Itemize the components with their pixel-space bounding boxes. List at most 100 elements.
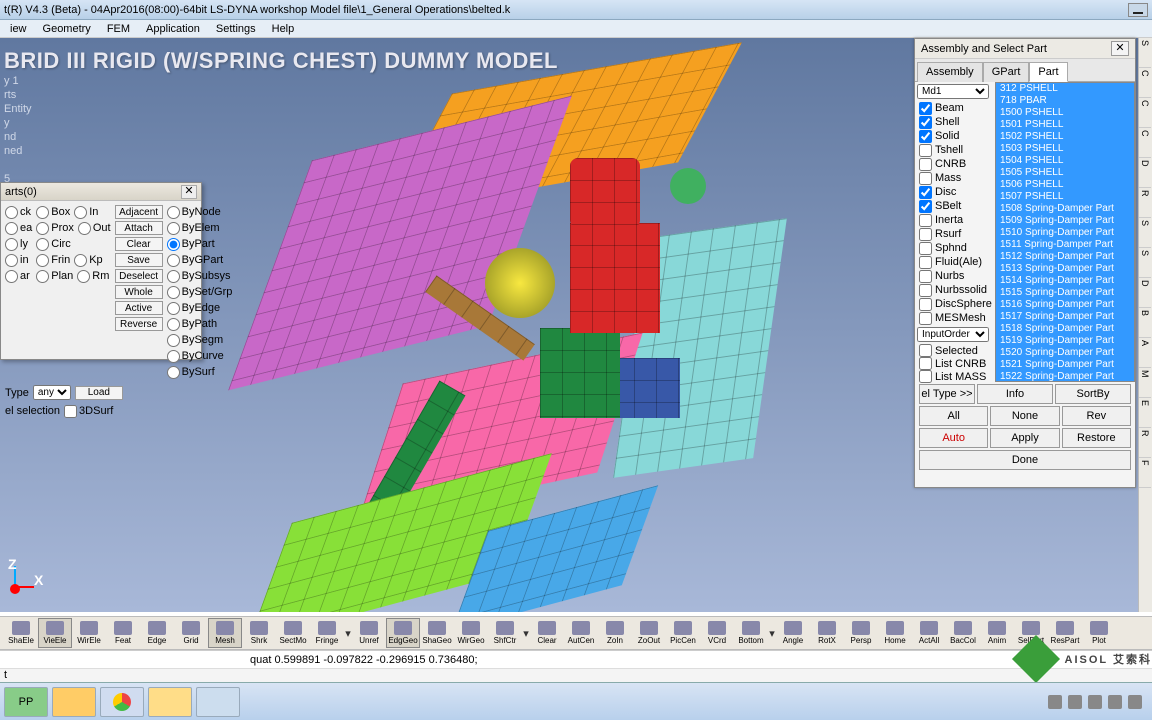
task-chrome[interactable]: [100, 687, 144, 717]
tool-unref[interactable]: Unref: [352, 618, 386, 648]
check-shell[interactable]: Shell: [917, 115, 993, 129]
model-select[interactable]: Md1: [917, 84, 989, 99]
list-item[interactable]: 1516 Spring-Damper Part: [996, 299, 1134, 311]
check-solid[interactable]: Solid: [917, 129, 993, 143]
tool-selpart[interactable]: SelPart: [1014, 618, 1048, 648]
tool-zoin[interactable]: ZoIn: [598, 618, 632, 648]
active-button[interactable]: Active: [115, 301, 163, 315]
tool-angle[interactable]: Angle: [776, 618, 810, 648]
auto-button[interactable]: Auto: [919, 428, 988, 448]
assembly-close-icon[interactable]: ✕: [1111, 41, 1129, 56]
type-select[interactable]: any: [33, 385, 71, 400]
sortby-button[interactable]: SortBy: [1055, 384, 1131, 404]
list-item[interactable]: 1509 Spring-Damper Part: [996, 215, 1134, 227]
info-button[interactable]: Info: [977, 384, 1053, 404]
list-item[interactable]: 1518 Spring-Damper Part: [996, 323, 1134, 335]
list-item[interactable]: 1503 PSHELL: [996, 143, 1134, 155]
list-item[interactable]: 1500 PSHELL: [996, 107, 1134, 119]
tool-shageo[interactable]: ShaGeo: [420, 618, 454, 648]
list-item[interactable]: 1512 Spring-Damper Part: [996, 251, 1134, 263]
tool-zoout[interactable]: ZoOut: [632, 618, 666, 648]
sel-radio[interactable]: in: [5, 253, 32, 267]
task-folder[interactable]: [148, 687, 192, 717]
load-button[interactable]: Load: [75, 386, 123, 400]
tab-part[interactable]: Part: [1029, 62, 1067, 82]
right-tool-strip[interactable]: SCCCDRSSDBAMERF: [1138, 38, 1152, 612]
tool-actall[interactable]: ActAll: [912, 618, 946, 648]
list-item[interactable]: 1521 Spring-Damper Part: [996, 359, 1134, 371]
system-tray[interactable]: [1048, 695, 1148, 709]
reverse-button[interactable]: Reverse: [115, 317, 163, 331]
check-mass[interactable]: Mass: [917, 171, 993, 185]
tool-feat[interactable]: Feat: [106, 618, 140, 648]
tool-shfctr[interactable]: ShfCtr: [488, 618, 522, 648]
list-item[interactable]: 1508 Spring-Damper Part: [996, 203, 1134, 215]
check-fluid(ale)[interactable]: Fluid(Ale): [917, 255, 993, 269]
close-icon[interactable]: ✕: [181, 185, 197, 199]
check-inerta[interactable]: Inerta: [917, 213, 993, 227]
adjacent-button[interactable]: Adjacent: [115, 205, 163, 219]
list-item[interactable]: 1501 PSHELL: [996, 119, 1134, 131]
list-item[interactable]: 1506 PSHELL: [996, 179, 1134, 191]
none-button[interactable]: None: [990, 406, 1059, 426]
tool-fringe[interactable]: Fringe: [310, 618, 344, 648]
all-button[interactable]: All: [919, 406, 988, 426]
done-button[interactable]: Done: [919, 450, 1131, 470]
tool-rotx[interactable]: RotX: [810, 618, 844, 648]
tool-edge[interactable]: Edge: [140, 618, 174, 648]
menu-view[interactable]: iew: [2, 21, 35, 37]
sel-radio[interactable]: ck: [5, 205, 32, 219]
tool-wirgeo[interactable]: WirGeo: [454, 618, 488, 648]
check-sbelt[interactable]: SBelt: [917, 199, 993, 213]
list-item[interactable]: 1505 PSHELL: [996, 167, 1134, 179]
tool-vieele[interactable]: VieEle: [38, 618, 72, 648]
tool-piccen[interactable]: PicCen: [666, 618, 700, 648]
tab-gpart[interactable]: GPart: [983, 62, 1030, 82]
minimize-button[interactable]: [1128, 3, 1148, 17]
menu-fem[interactable]: FEM: [99, 21, 138, 37]
task-app[interactable]: PP: [4, 687, 48, 717]
save-button[interactable]: Save: [115, 253, 163, 267]
part-list[interactable]: 312 PSHELL718 PBAR1500 PSHELL1501 PSHELL…: [995, 82, 1135, 382]
check-sphnd[interactable]: Sphnd: [917, 241, 993, 255]
tool-persp[interactable]: Persp: [844, 618, 878, 648]
tool-sectmo[interactable]: SectMo: [276, 618, 310, 648]
check-cnrb[interactable]: CNRB: [917, 157, 993, 171]
selection-panel-header[interactable]: arts(0) ✕: [1, 183, 201, 201]
restore-button[interactable]: Restore: [1062, 428, 1131, 448]
list-item[interactable]: 1520 Spring-Damper Part: [996, 347, 1134, 359]
check-rsurf[interactable]: Rsurf: [917, 227, 993, 241]
list-item[interactable]: 312 PSHELL: [996, 83, 1134, 95]
tool-edggeo[interactable]: EdgGeo: [386, 618, 420, 648]
tool-home[interactable]: Home: [878, 618, 912, 648]
list-item[interactable]: 1510 Spring-Damper Part: [996, 227, 1134, 239]
menu-help[interactable]: Help: [264, 21, 303, 37]
tool-shaele[interactable]: ShaEle: [4, 618, 38, 648]
deselect-button[interactable]: Deselect: [115, 269, 163, 283]
check-mesmesh[interactable]: MESMesh: [917, 311, 993, 325]
tool-respart[interactable]: ResPart: [1048, 618, 1082, 648]
tool-plot[interactable]: Plot: [1082, 618, 1116, 648]
tool-anim[interactable]: Anim: [980, 618, 1014, 648]
sel-radio[interactable]: ea: [5, 221, 32, 235]
el-type-button[interactable]: el Type >>: [919, 384, 975, 404]
surf3d-checkbox[interactable]: [64, 405, 77, 418]
list-item[interactable]: 1514 Spring-Damper Part: [996, 275, 1134, 287]
tool-grid[interactable]: Grid: [174, 618, 208, 648]
task-explorer[interactable]: [52, 687, 96, 717]
list-item[interactable]: 1507 PSHELL: [996, 191, 1134, 203]
tool-vcrd[interactable]: VCrd: [700, 618, 734, 648]
list-item[interactable]: 1522 Spring-Damper Part: [996, 371, 1134, 382]
tool-clear[interactable]: Clear: [530, 618, 564, 648]
input-order-select[interactable]: InputOrder: [917, 327, 989, 342]
list-item[interactable]: 718 PBAR: [996, 95, 1134, 107]
tab-assembly[interactable]: Assembly: [917, 62, 983, 82]
list-item[interactable]: 1519 Spring-Damper Part: [996, 335, 1134, 347]
attach-button[interactable]: Attach: [115, 221, 163, 235]
clear-button[interactable]: Clear: [115, 237, 163, 251]
dummy-model[interactable]: [240, 68, 800, 588]
list-item[interactable]: 1504 PSHELL: [996, 155, 1134, 167]
tool-baccol[interactable]: BacCol: [946, 618, 980, 648]
selected-checkbox[interactable]: [919, 344, 932, 357]
list-item[interactable]: 1515 Spring-Damper Part: [996, 287, 1134, 299]
